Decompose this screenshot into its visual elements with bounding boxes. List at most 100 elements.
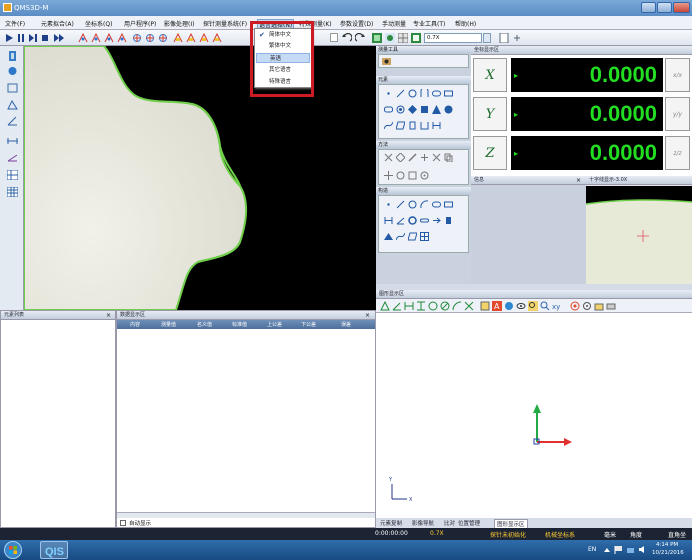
probe-tool-icon[interactable] <box>7 51 18 61</box>
c-cylinder-icon[interactable] <box>444 216 453 225</box>
c-ring-icon[interactable] <box>408 216 417 225</box>
zoom-dropdown-arrow[interactable] <box>483 33 491 43</box>
col-nominal[interactable]: 名义值 <box>197 321 212 328</box>
g-triangle-icon[interactable] <box>380 301 390 311</box>
cylinder-icon[interactable] <box>408 121 417 130</box>
close-button[interactable] <box>673 2 690 13</box>
zoom-select[interactable]: 0.7X <box>424 33 482 43</box>
tab-compare[interactable]: 比对 <box>444 519 455 527</box>
col-standard[interactable]: 标准值 <box>232 321 247 328</box>
edge-tool-2-icon[interactable] <box>186 33 196 43</box>
col-lower-tol[interactable]: 下公差 <box>301 321 316 328</box>
point-icon[interactable] <box>384 89 393 98</box>
angle-measure-icon[interactable] <box>7 152 18 162</box>
c-circle-icon[interactable] <box>408 200 417 209</box>
g-print-icon[interactable] <box>606 301 616 311</box>
menu-coordinate[interactable]: 坐标系(Q) <box>85 19 112 28</box>
edge-tool-1-icon[interactable] <box>173 33 183 43</box>
g-settings-icon[interactable] <box>582 301 592 311</box>
point-tool-1-icon[interactable] <box>78 33 88 43</box>
target-icon[interactable] <box>420 171 429 180</box>
menu-image-process[interactable]: 影像处理(I) <box>164 19 194 28</box>
menu-file[interactable]: 文件(F) <box>5 19 25 28</box>
tab-position[interactable]: 位置管理 <box>458 519 480 527</box>
triangle-tool-icon[interactable] <box>7 100 18 110</box>
tray-arrow-icon[interactable] <box>603 546 611 554</box>
play-icon[interactable] <box>4 33 14 43</box>
c-distance-icon[interactable] <box>384 216 393 225</box>
auto-show-checkbox[interactable] <box>120 520 126 526</box>
c-line-icon[interactable] <box>396 200 405 209</box>
pen-icon[interactable] <box>408 153 417 162</box>
menu-parameters[interactable]: 参数设置(D) <box>340 19 373 28</box>
slot-icon[interactable] <box>432 89 441 98</box>
c-polygon-icon[interactable] <box>408 232 417 241</box>
c-angle-icon[interactable] <box>396 216 405 225</box>
auto-edge-icon[interactable] <box>384 153 393 162</box>
g-color-icon[interactable] <box>504 301 514 311</box>
g-cross-icon[interactable] <box>464 301 474 311</box>
point-tool-2-icon[interactable] <box>91 33 101 43</box>
g-tool-icon[interactable] <box>480 301 490 311</box>
light-tool-1-icon[interactable] <box>132 33 142 43</box>
c-arrow-icon[interactable] <box>432 216 441 225</box>
maximize-button[interactable] <box>657 2 672 13</box>
c-rect-icon[interactable] <box>444 200 453 209</box>
point-tool-3-icon[interactable] <box>104 33 114 43</box>
unit-z[interactable]: z/z <box>665 136 690 170</box>
lang-indicator[interactable]: EN <box>588 546 596 553</box>
close-icon[interactable]: × <box>365 312 370 319</box>
width-icon[interactable] <box>432 121 441 130</box>
g-zoom-icon[interactable] <box>528 301 538 311</box>
rect-slot-icon[interactable] <box>384 105 393 114</box>
close-icon[interactable]: × <box>106 312 111 319</box>
tray-network-icon[interactable] <box>626 545 635 554</box>
col-measured[interactable]: 测量值 <box>161 321 176 328</box>
axis-y-label[interactable]: Y <box>473 97 507 131</box>
edge-tool-3-icon[interactable] <box>199 33 209 43</box>
col-content[interactable]: 内容 <box>130 321 140 328</box>
g-ring-icon[interactable] <box>440 301 450 311</box>
round-icon[interactable] <box>396 171 405 180</box>
copy-icon[interactable] <box>444 153 453 162</box>
frame-icon[interactable] <box>7 83 18 93</box>
g-target-icon[interactable] <box>570 301 580 311</box>
g-arc-icon[interactable] <box>452 301 462 311</box>
data-scrollbar[interactable] <box>117 512 375 518</box>
distance-tool-icon[interactable] <box>7 136 18 146</box>
tray-time[interactable]: 4:14 PM <box>656 542 678 548</box>
fast-forward-icon[interactable] <box>54 33 64 43</box>
minimize-button[interactable] <box>641 2 656 13</box>
col-error[interactable]: 误差 <box>341 321 351 328</box>
g-height-icon[interactable] <box>416 301 426 311</box>
page-icon[interactable] <box>499 33 509 43</box>
c-grid-icon[interactable] <box>420 232 429 241</box>
light-tool-2-icon[interactable] <box>145 33 155 43</box>
camera-view[interactable] <box>24 46 376 310</box>
g-eye-icon[interactable] <box>516 301 526 311</box>
undo-icon[interactable] <box>342 33 352 43</box>
unit-x[interactable]: x/x <box>665 58 690 92</box>
c-link-icon[interactable] <box>420 216 429 225</box>
camera-tool-icon[interactable] <box>382 57 391 66</box>
g-xy-icon[interactable]: xy <box>552 301 564 311</box>
square-icon[interactable] <box>420 105 429 114</box>
pause-icon[interactable] <box>16 33 26 43</box>
grid-tool-icon[interactable] <box>7 187 18 197</box>
graphic-canvas[interactable]: Y X <box>376 314 692 518</box>
sphere-icon[interactable] <box>444 105 453 114</box>
pick-icon[interactable] <box>420 153 429 162</box>
menu-probe-system[interactable]: 探针测量系统(F) <box>203 19 247 28</box>
parallelogram-icon[interactable] <box>396 121 405 130</box>
point-tool-4-icon[interactable] <box>117 33 127 43</box>
crosshair-icon[interactable] <box>384 171 393 180</box>
tab-element-copy[interactable]: 元素复制 <box>380 519 402 527</box>
taskbar-app-button[interactable]: QIS <box>40 541 68 559</box>
redo-icon[interactable] <box>355 33 365 43</box>
graphic-display[interactable]: 图形显示区 A xy Y X <box>376 290 692 518</box>
box-select-icon[interactable] <box>408 171 417 180</box>
image-icon[interactable] <box>372 33 382 43</box>
scissors-icon[interactable] <box>432 153 441 162</box>
start-button-icon[interactable] <box>4 541 22 559</box>
edge-tool-4-icon[interactable] <box>212 33 222 43</box>
